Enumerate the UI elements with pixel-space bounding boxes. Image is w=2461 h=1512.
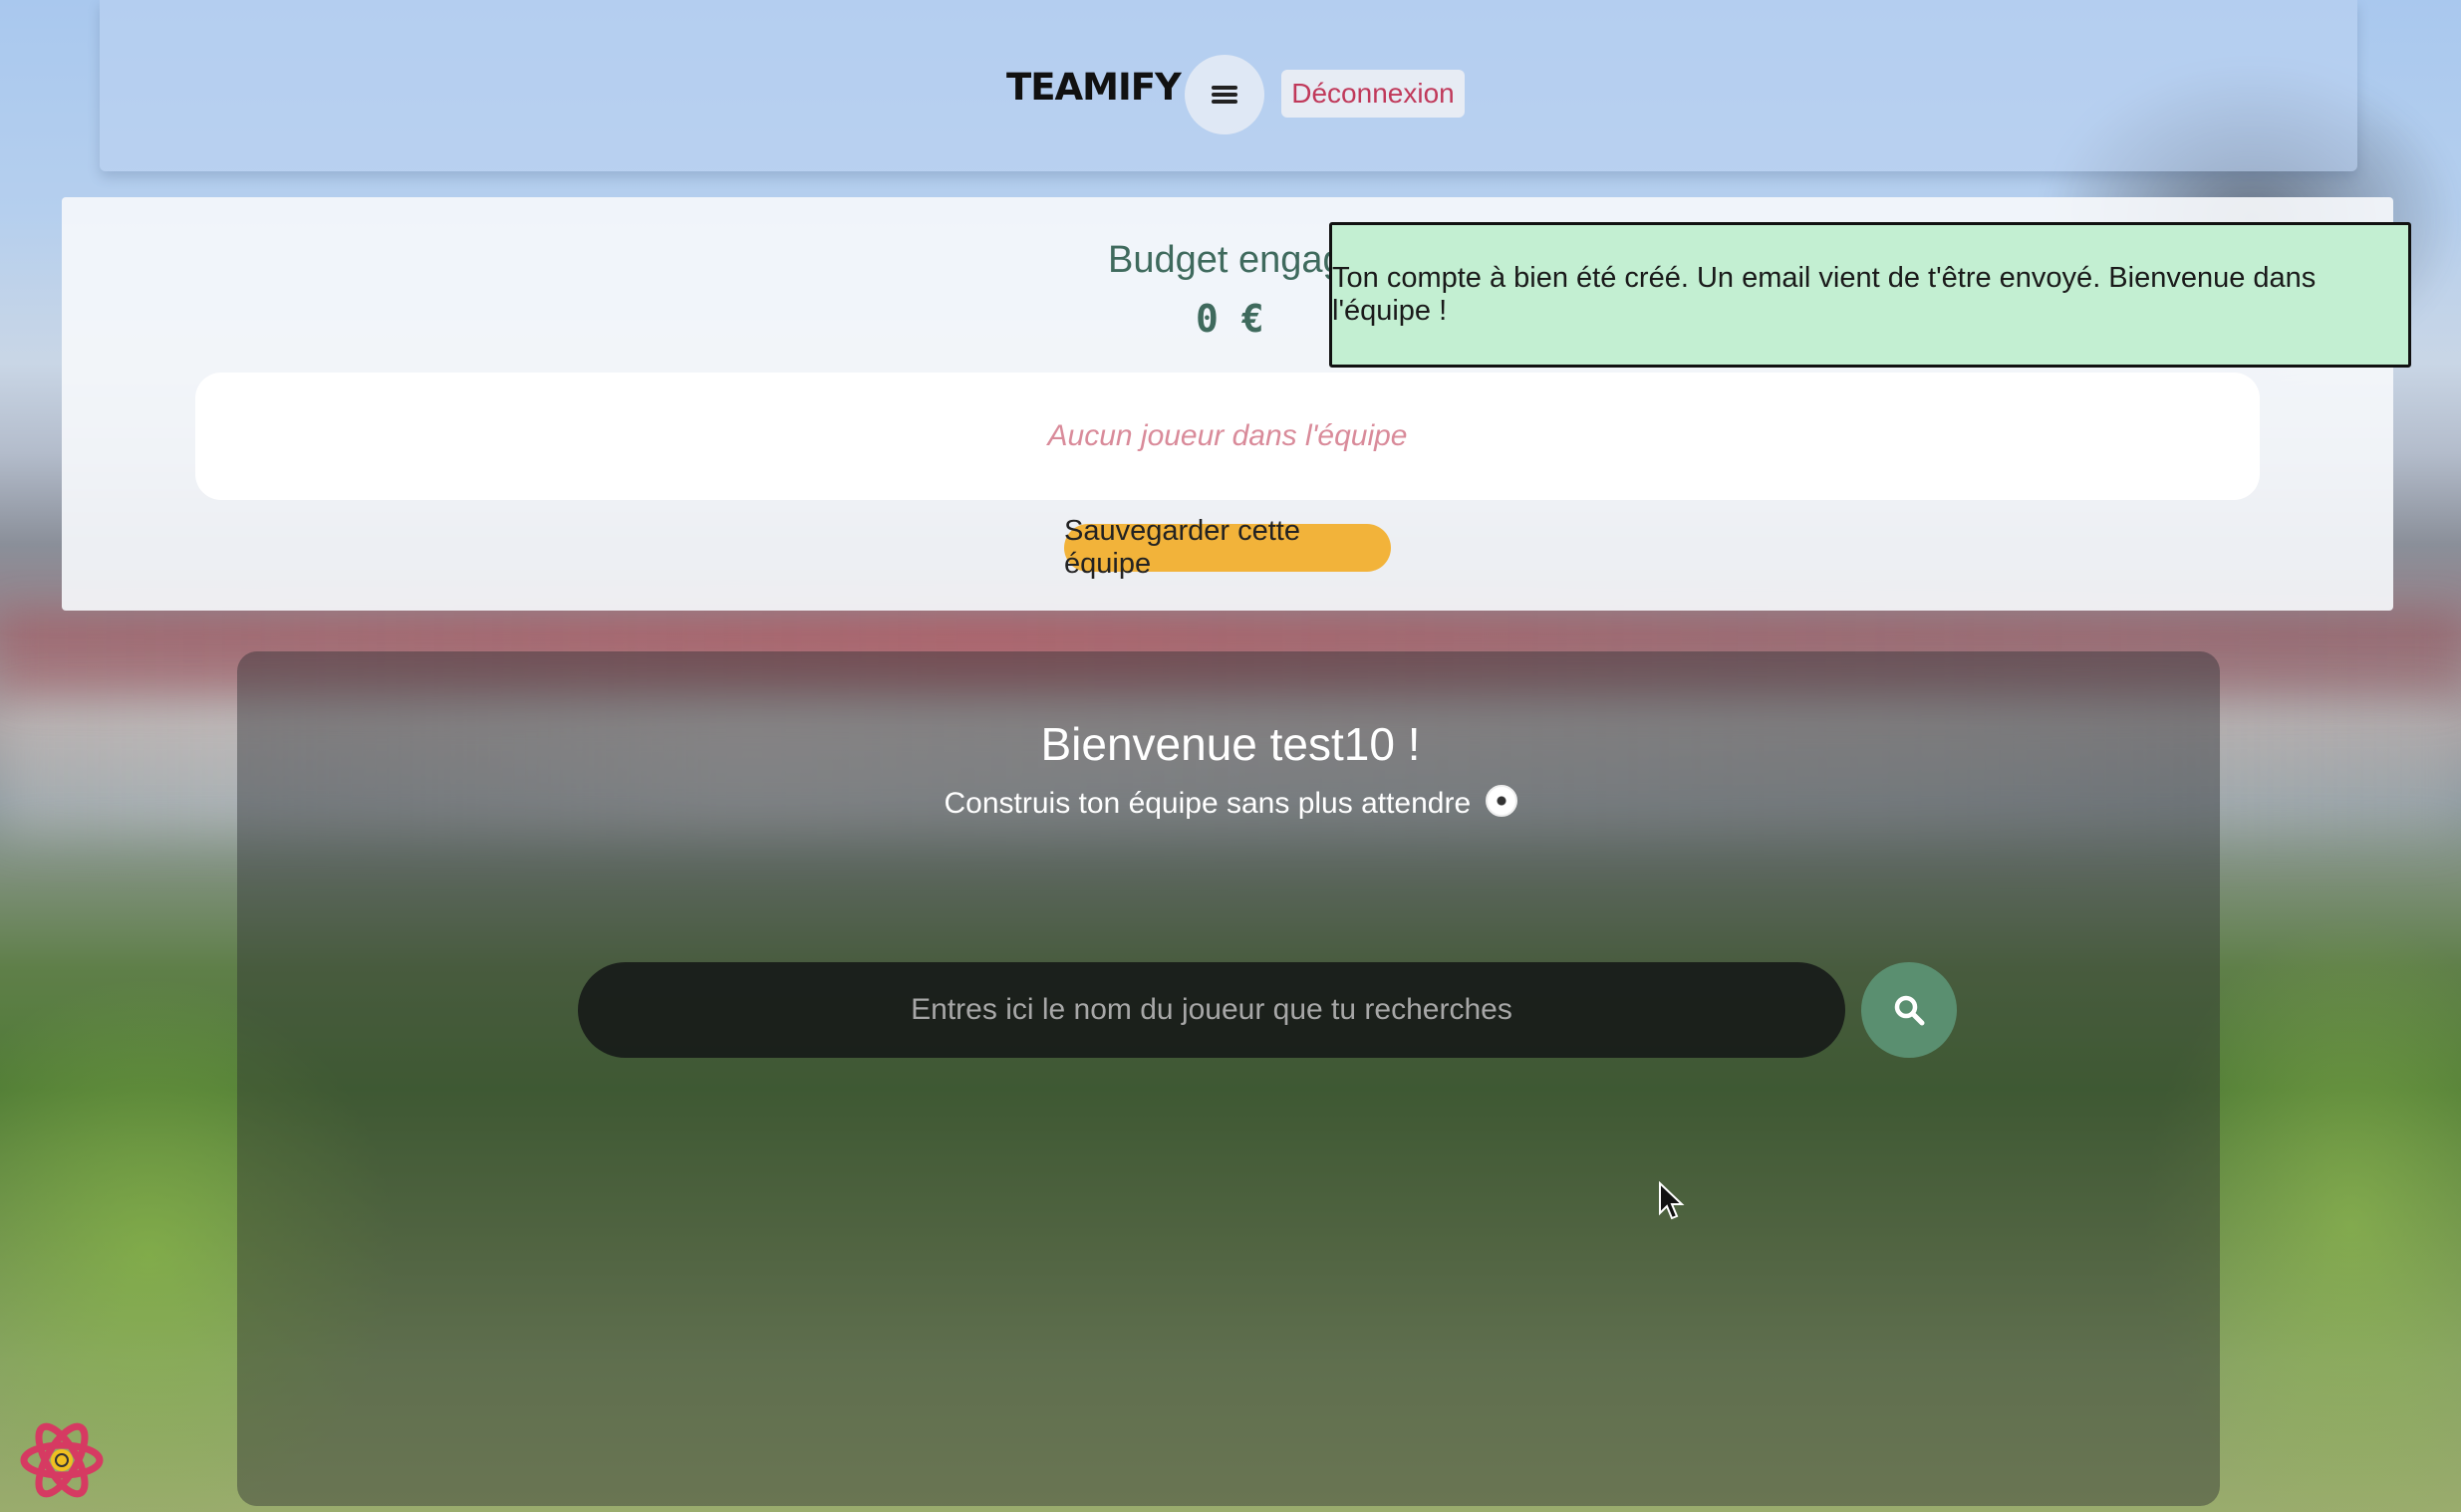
budget-label: Budget engagé <box>1108 239 1365 281</box>
welcome-title: Bienvenue test10 ! <box>1040 718 1421 770</box>
logout-button[interactable]: Déconnexion <box>1281 70 1465 118</box>
search-panel <box>237 651 2220 1506</box>
soccer-ball-icon <box>1485 785 1517 817</box>
team-player-list: Aucun joueur dans l'équipe <box>195 373 2260 500</box>
search-button[interactable] <box>1861 962 1957 1058</box>
welcome-subtitle-text: Construis ton équipe sans plus attendre <box>944 787 1472 820</box>
toast-message: Ton compte à bien été créé. Un email vie… <box>1332 262 2317 327</box>
account-created-toast[interactable]: Ton compte à bien été créé. Un email vie… <box>1329 222 2411 368</box>
hamburger-menu-icon <box>1212 83 1237 107</box>
save-team-button[interactable]: Sauvegarder cette équipe <box>1064 515 1391 580</box>
menu-button[interactable] <box>1185 55 1264 134</box>
mouse-cursor-icon <box>1659 1181 1685 1220</box>
budget-value: 0 € <box>1196 297 1264 341</box>
search-icon <box>1894 995 1925 1026</box>
empty-team-message: Aucun joueur dans l'équipe <box>1047 419 1408 452</box>
brand-logo[interactable]: TEAMIFY <box>1006 66 1182 109</box>
welcome-subtitle: Construis ton équipe sans plus attendre <box>0 785 2461 821</box>
player-search-input[interactable] <box>578 962 1845 1058</box>
app-stage: TEAMIFY Déconnexion Budget engagé 0 € Au… <box>0 0 2461 1512</box>
react-devtools-icon[interactable] <box>20 1418 104 1502</box>
